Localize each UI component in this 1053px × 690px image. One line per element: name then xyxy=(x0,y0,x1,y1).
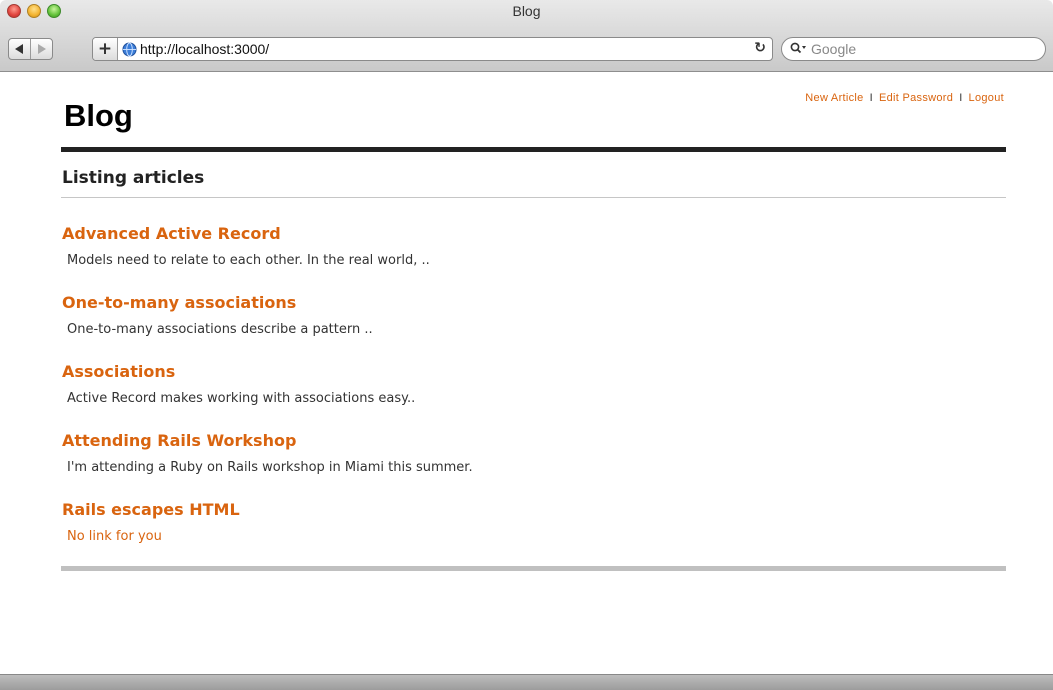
article-item: Advanced Active Record Models need to re… xyxy=(62,222,1002,291)
new-article-link[interactable]: New Article xyxy=(805,92,863,104)
article-item: Rails escapes HTML No link for you xyxy=(62,498,1002,567)
header-divider xyxy=(61,147,1006,152)
edit-password-link[interactable]: Edit Password xyxy=(879,92,953,104)
search-field[interactable] xyxy=(781,37,1046,61)
forward-button[interactable] xyxy=(30,39,52,59)
article-title-link[interactable]: Advanced Active Record xyxy=(62,222,1002,246)
article-item: Associations Active Record makes working… xyxy=(62,360,1002,429)
plus-icon: + xyxy=(97,39,113,59)
article-list: Advanced Active Record Models need to re… xyxy=(62,222,1002,567)
article-excerpt: I'm attending a Ruby on Rails workshop i… xyxy=(67,460,473,475)
nav-separator: I xyxy=(959,92,963,104)
article-excerpt: No link for you xyxy=(67,529,162,544)
footer-divider xyxy=(61,566,1006,571)
search-icon[interactable] xyxy=(790,42,807,57)
address-bar[interactable]: + http://localhost:3000/ ↻ xyxy=(92,37,773,61)
back-button[interactable] xyxy=(9,39,30,59)
back-arrow-icon xyxy=(15,44,23,54)
article-title-link[interactable]: Associations xyxy=(62,360,1002,384)
search-input[interactable] xyxy=(811,41,1021,57)
add-bookmark-button[interactable]: + xyxy=(93,38,118,60)
article-title-link[interactable]: Rails escapes HTML xyxy=(62,498,1002,522)
article-title-link[interactable]: Attending Rails Workshop xyxy=(62,429,1002,453)
logout-link[interactable]: Logout xyxy=(969,92,1004,104)
article-item: One-to-many associations One-to-many ass… xyxy=(62,291,1002,360)
page-viewport: Blog New Article I Edit Password I Logout Li… xyxy=(0,72,1053,674)
article-title-link[interactable]: One-to-many associations xyxy=(62,291,1002,315)
article-excerpt: Active Record makes working with associa… xyxy=(67,391,416,406)
globe-icon xyxy=(122,41,137,57)
forward-arrow-icon xyxy=(38,44,46,54)
nav-separator: I xyxy=(869,92,873,104)
window-title: Blog xyxy=(512,3,541,19)
article-excerpt: Models need to relate to each other. In … xyxy=(67,253,430,268)
status-bar xyxy=(0,674,1053,690)
browser-toolbar: Blog + http://localhost:3000/ ↻ xyxy=(0,0,1053,72)
article-excerpt: One-to-many associations describe a patt… xyxy=(67,322,373,337)
history-nav xyxy=(8,38,53,60)
url-text[interactable]: http://localhost:3000/ xyxy=(140,41,269,57)
section-divider xyxy=(61,197,1006,198)
article-item: Attending Rails Workshop I'm attending a… xyxy=(62,429,1002,498)
site-title: Blog xyxy=(64,98,133,133)
top-nav: New Article I Edit Password I Logout xyxy=(805,92,1004,104)
reload-icon[interactable]: ↻ xyxy=(754,40,766,56)
section-title: Listing articles xyxy=(62,168,205,188)
